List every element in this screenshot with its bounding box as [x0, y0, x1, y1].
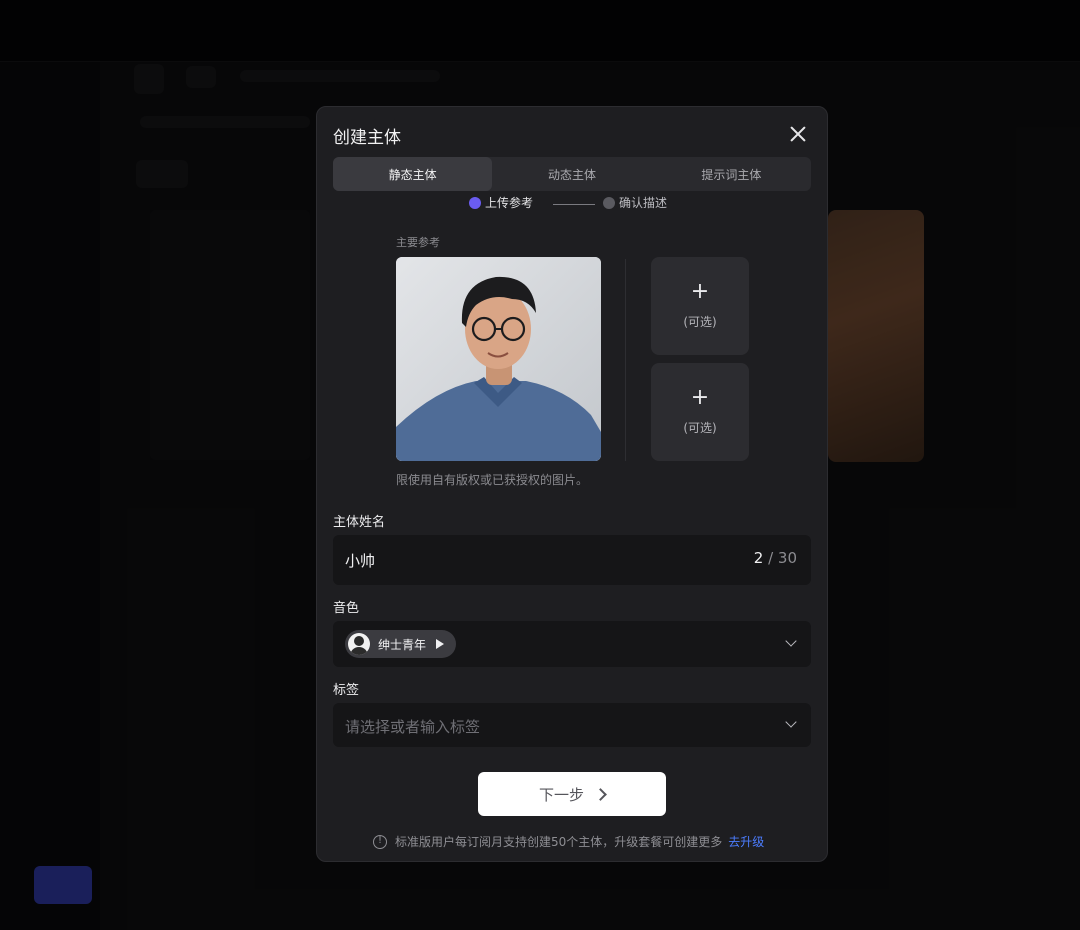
tab-prompt-subject[interactable]: 提示词主体: [652, 157, 811, 191]
optional-reference-slot-2[interactable]: + (可选): [651, 363, 749, 461]
step-1-dot: [469, 197, 481, 209]
voice-label: 音色: [333, 601, 360, 616]
character-counter: 2 / 30: [754, 549, 797, 567]
main-reference-image[interactable]: [396, 257, 601, 461]
step-connector: [553, 204, 595, 205]
next-step-button[interactable]: 下一步: [478, 772, 666, 816]
step-2-label: 确认描述: [619, 196, 668, 209]
quota-notice: 标准版用户每订阅月支持创建50个主体，升级套餐可创建更多 去升级: [373, 833, 764, 850]
counter-separator: /: [768, 549, 774, 567]
tags-select[interactable]: 请选择或者输入标签: [333, 703, 811, 747]
portrait-image: [396, 257, 601, 461]
voice-chip[interactable]: 绅士青年: [345, 630, 457, 658]
optional-label: (可选): [683, 315, 717, 329]
current-count: 2: [753, 549, 764, 567]
dialog-title: 创建主体: [333, 128, 401, 148]
optional-label: (可选): [683, 421, 717, 435]
quota-notice-text: 标准版用户每订阅月支持创建50个主体，升级套餐可创建更多: [395, 835, 723, 849]
next-step-label: 下一步: [538, 785, 584, 804]
step-2-dot: [603, 197, 615, 209]
subject-type-tabs: 静态主体 动态主体 提示词主体: [333, 157, 811, 191]
upgrade-link[interactable]: 去升级: [728, 833, 764, 850]
subject-name-value: 小帅: [345, 552, 376, 570]
copyright-note: 限使用自有版权或已获授权的图片。: [396, 473, 589, 487]
optional-reference-slot-1[interactable]: + (可选): [651, 257, 749, 355]
tags-label: 标签: [333, 683, 360, 698]
voice-name: 绅士青年: [378, 637, 427, 652]
tags-placeholder: 请选择或者输入标签: [345, 718, 481, 736]
chevron-down-icon[interactable]: [785, 716, 797, 728]
play-icon[interactable]: [436, 639, 445, 649]
step-1-label: 上传参考: [485, 196, 534, 209]
subject-name-input[interactable]: 小帅 2 / 30: [333, 535, 811, 585]
voice-select[interactable]: 绅士青年: [333, 621, 811, 667]
close-icon[interactable]: [787, 123, 809, 145]
plus-icon: +: [690, 279, 710, 304]
create-subject-dialog: 创建主体 静态主体 动态主体 提示词主体 上传参考 确认描述 主要参考 + (可…: [316, 106, 828, 862]
tab-static-subject[interactable]: 静态主体: [333, 157, 493, 191]
chevron-right-icon: [594, 787, 607, 801]
reference-divider: [625, 259, 626, 461]
tab-dynamic-subject[interactable]: 动态主体: [492, 157, 651, 191]
max-count: 30: [777, 549, 797, 567]
info-icon: [373, 834, 387, 849]
plus-icon: +: [690, 385, 710, 410]
step-indicator: 上传参考 确认描述: [467, 195, 687, 209]
avatar: [348, 633, 370, 655]
chevron-down-icon[interactable]: [785, 635, 797, 647]
main-reference-label: 主要参考: [396, 236, 440, 249]
subject-name-label: 主体姓名: [333, 515, 386, 530]
